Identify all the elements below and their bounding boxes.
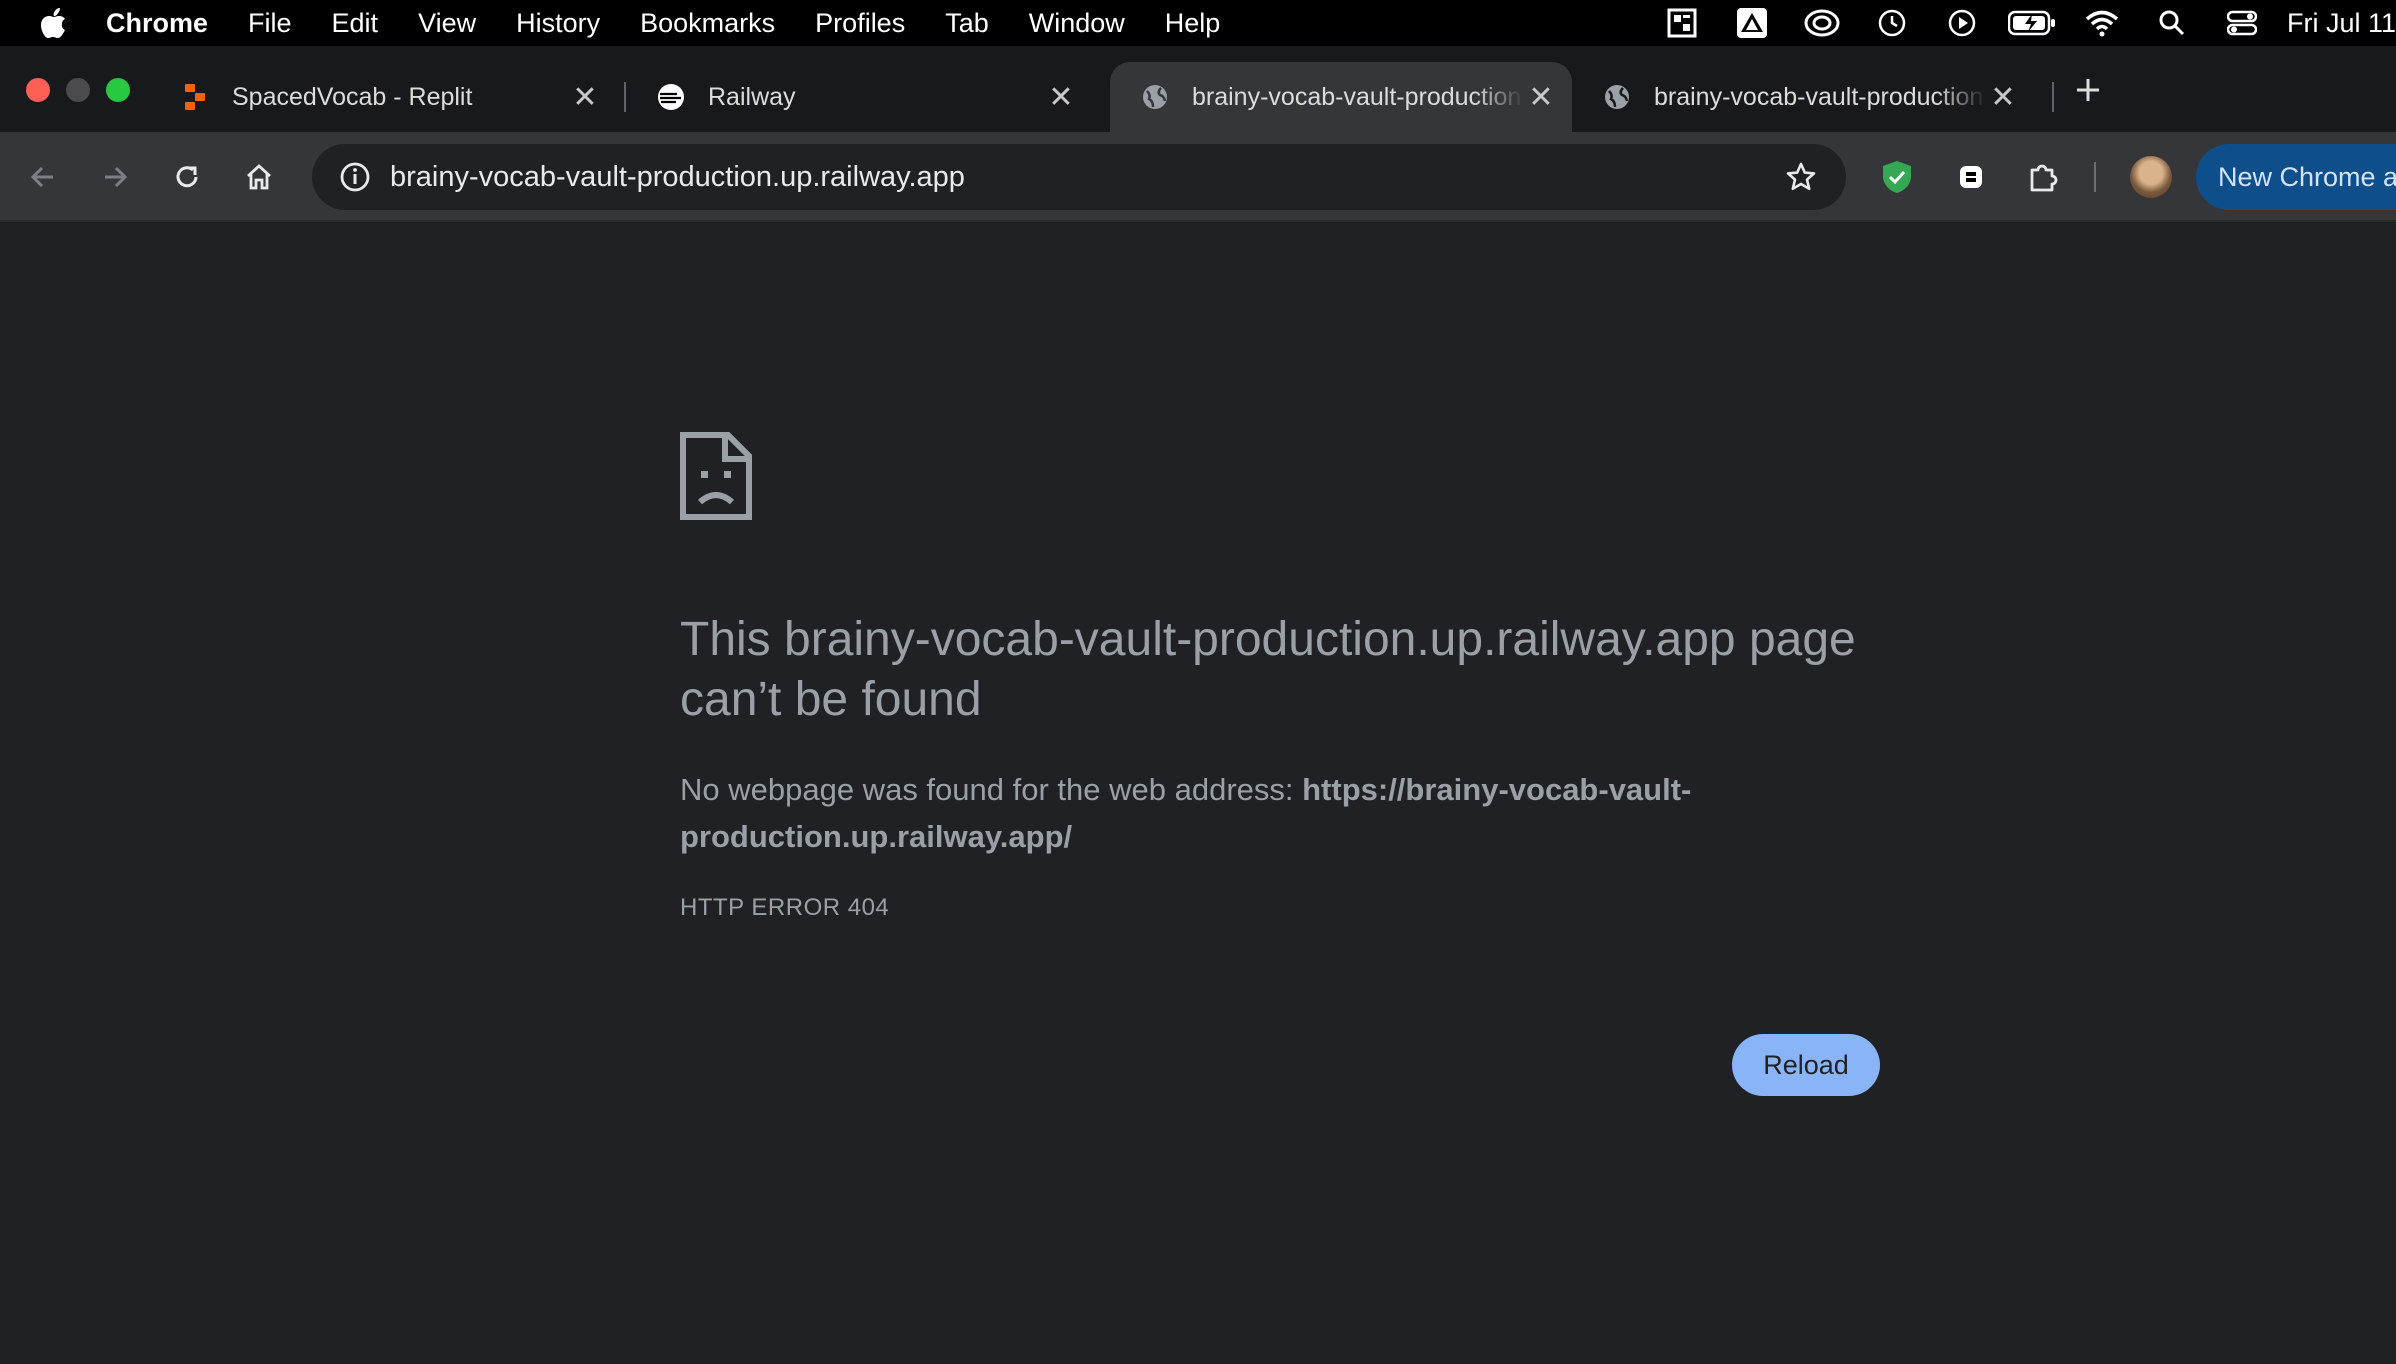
profile-avatar[interactable] <box>2130 156 2172 198</box>
control-center-icon[interactable] <box>2207 0 2277 46</box>
toolbar-separator <box>2094 162 2096 192</box>
railway-icon <box>656 82 686 112</box>
menu-view[interactable]: View <box>418 8 476 39</box>
replit-icon <box>180 82 210 112</box>
tab-title: SpacedVocab - Replit <box>232 82 473 111</box>
creative-cloud-icon[interactable] <box>1787 0 1857 46</box>
drive-icon[interactable] <box>1717 0 1787 46</box>
error-description-text: No webpage was found for the web address… <box>680 772 1303 807</box>
tab-title: brainy-vocab-vault-production.up.railway… <box>1654 82 1986 111</box>
reload-button[interactable]: Reload <box>1732 1034 1880 1096</box>
menubar-clock[interactable]: Fri Jul 11 <box>2277 8 2396 39</box>
menubar-status-area: Fri Jul 11 <box>1647 0 2396 46</box>
reload-icon[interactable] <box>164 154 210 200</box>
spotlight-search-icon[interactable] <box>2137 0 2207 46</box>
window-zoom-button[interactable] <box>106 78 130 102</box>
menu-bookmarks[interactable]: Bookmarks <box>640 8 775 39</box>
wifi-icon[interactable] <box>2067 0 2137 46</box>
error-page: This brainy-vocab-vault-production.up.ra… <box>0 222 2396 1364</box>
menu-window[interactable]: Window <box>1029 8 1125 39</box>
home-icon[interactable] <box>236 154 282 200</box>
tab-title: brainy-vocab-vault-production.up.railway… <box>1192 82 1524 111</box>
tab-close-icon[interactable]: ✕ <box>1986 80 2020 114</box>
tab-strip: SpacedVocab - Replit ✕ Railway ✕ brainy-… <box>0 46 2396 132</box>
sad-document-icon <box>680 432 752 520</box>
error-code: HTTP ERROR 404 <box>680 894 890 921</box>
shield-check-extension-icon[interactable] <box>1874 154 1920 200</box>
error-description: No webpage was found for the web address… <box>680 766 1740 860</box>
site-info-icon[interactable] <box>320 144 390 210</box>
error-title: This brainy-vocab-vault-production.up.ra… <box>680 613 1856 726</box>
new-tab-plus-icon[interactable] <box>2068 70 2108 110</box>
extensions-puzzle-icon[interactable] <box>2020 154 2066 200</box>
play-icon[interactable] <box>1927 0 1997 46</box>
tab-spacedvocab-replit[interactable]: SpacedVocab - Replit ✕ <box>150 62 616 132</box>
extension-app-icon[interactable] <box>1948 154 1994 200</box>
tab-separator <box>2052 82 2054 112</box>
menu-file[interactable]: File <box>248 8 292 39</box>
macos-menubar: Chrome File Edit View History Bookmarks … <box>0 0 2396 46</box>
window-minimize-button[interactable] <box>66 78 90 102</box>
time-machine-icon[interactable] <box>1857 0 1927 46</box>
tab-close-icon[interactable]: ✕ <box>1524 80 1558 114</box>
menu-app-chrome[interactable]: Chrome <box>106 8 208 39</box>
tab-close-icon[interactable]: ✕ <box>568 80 602 114</box>
menu-history[interactable]: History <box>516 8 600 39</box>
tab-brainy-vocab-vault-active[interactable]: brainy-vocab-vault-production.up.railway… <box>1110 62 1572 132</box>
bookmark-star-icon[interactable] <box>1768 144 1834 210</box>
address-bar-url[interactable]: brainy-vocab-vault-production.up.railway… <box>390 161 1768 194</box>
tab-railway[interactable]: Railway ✕ <box>626 62 1092 132</box>
browser-toolbar: brainy-vocab-vault-production.up.railway… <box>0 132 2396 222</box>
apple-logo-icon[interactable] <box>0 7 106 39</box>
menu-help[interactable]: Help <box>1165 8 1221 39</box>
menu-profiles[interactable]: Profiles <box>815 8 905 39</box>
forward-arrow-icon[interactable] <box>92 154 138 200</box>
battery-icon[interactable] <box>1997 0 2067 46</box>
address-bar[interactable]: brainy-vocab-vault-production.up.railway… <box>312 144 1846 210</box>
back-arrow-icon[interactable] <box>20 154 66 200</box>
tab-close-icon[interactable]: ✕ <box>1044 80 1078 114</box>
new-chrome-available-button[interactable]: New Chrome available <box>2196 144 2396 210</box>
globe-icon <box>1140 82 1170 112</box>
globe-icon <box>1602 82 1632 112</box>
window-close-button[interactable] <box>26 78 50 102</box>
menu-edit[interactable]: Edit <box>332 8 379 39</box>
menu-tab[interactable]: Tab <box>945 8 989 39</box>
tab-brainy-vocab-vault[interactable]: brainy-vocab-vault-production.up.railway… <box>1572 62 2034 132</box>
qr-grid-icon[interactable] <box>1647 0 1717 46</box>
tab-title: Railway <box>708 82 796 111</box>
